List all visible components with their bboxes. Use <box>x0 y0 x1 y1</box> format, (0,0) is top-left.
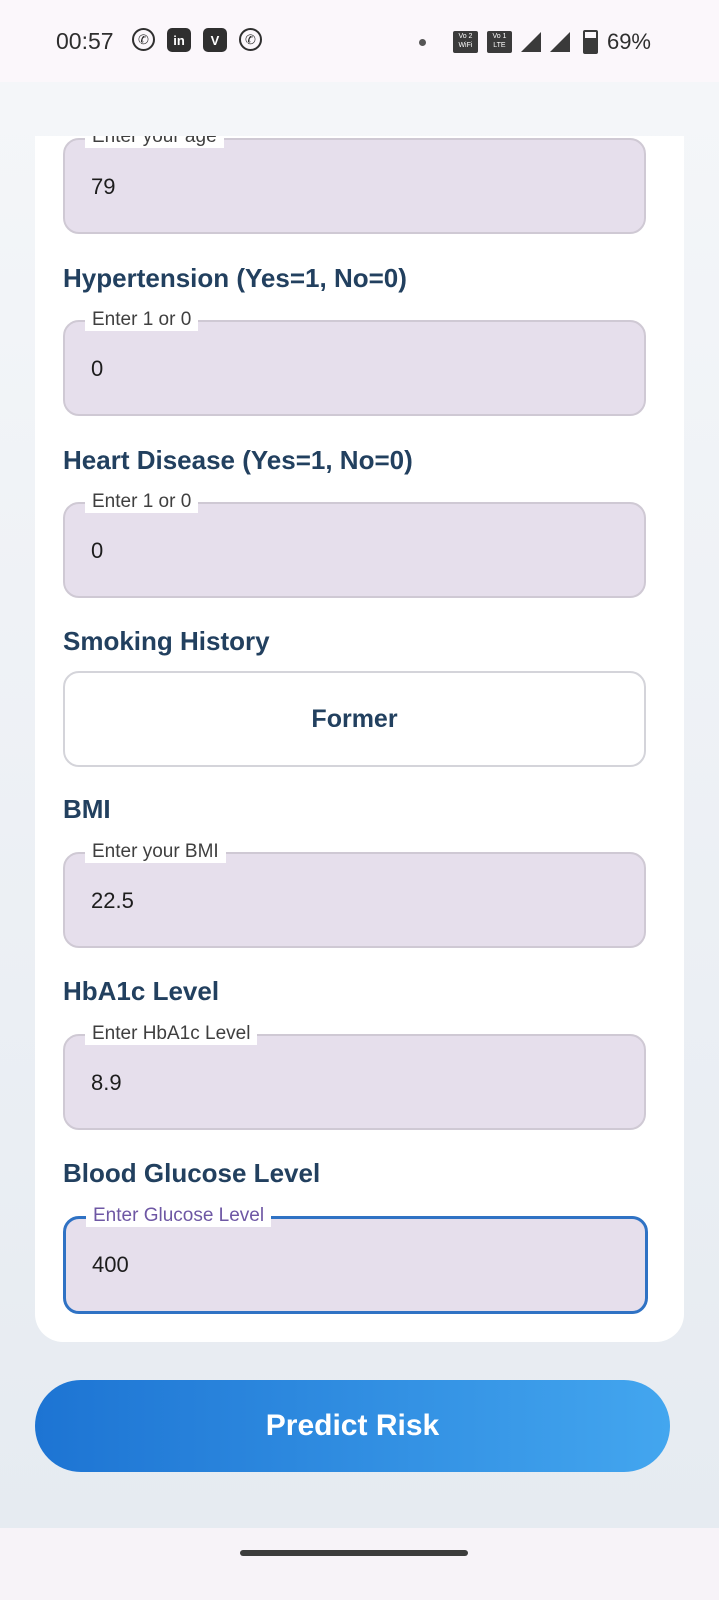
hba1c-label: HbA1c Level <box>63 976 220 1006</box>
volte-icon: Vo 1 LTE <box>486 31 512 53</box>
heart-disease-value: 0 <box>91 538 104 563</box>
hba1c-field-label: Enter HbA1c Level <box>85 1023 258 1045</box>
whatsapp-icon: ✆ <box>132 28 155 51</box>
smoking-history-selected: Former <box>311 704 398 733</box>
signal-icon-2 <box>549 32 570 52</box>
age-value: 79 <box>91 174 116 199</box>
bmi-field[interactable]: Enter your BMI 22.5 <box>63 841 646 948</box>
gesture-handle[interactable] <box>240 1550 468 1556</box>
hypertension-value: 0 <box>91 356 104 381</box>
hypertension-field[interactable]: Enter 1 or 0 0 <box>63 309 646 416</box>
hba1c-value: 8.9 <box>91 1070 122 1095</box>
form-card: Enter your age 79 Hypertension (Yes=1, N… <box>35 136 684 1342</box>
predict-risk-label: Predict Risk <box>265 1409 440 1442</box>
status-bar: 00:57 ✆ in V ✆ Vo 2 WiFi Vo 1 LTE 69% <box>0 0 719 82</box>
hypertension-field-label: Enter 1 or 0 <box>85 309 199 331</box>
linkedin-icon: in <box>167 28 191 52</box>
predict-risk-button[interactable]: Predict Risk <box>35 1380 670 1472</box>
prediction-screen[interactable]: Enter your age 79 Hypertension (Yes=1, N… <box>0 82 719 1528</box>
notification-dot-icon <box>418 38 426 46</box>
battery-percent: 69% <box>606 29 651 54</box>
heart-disease-field[interactable]: Enter 1 or 0 0 <box>63 491 646 598</box>
heart-disease-label: Heart Disease (Yes=1, No=0) <box>63 445 413 475</box>
navigation-bar <box>0 1528 719 1600</box>
glucose-value: 400 <box>92 1252 129 1277</box>
age-field-label: Enter your age <box>85 136 224 148</box>
smoking-history-label: Smoking History <box>63 626 270 656</box>
smoking-history-dropdown[interactable]: Former <box>63 671 646 767</box>
system-icons: Vo 2 WiFi Vo 1 LTE 69% <box>418 29 651 55</box>
hypertension-label: Hypertension (Yes=1, No=0) <box>63 263 407 293</box>
battery-icon <box>582 30 598 54</box>
status-time: 00:57 <box>56 28 114 54</box>
age-field[interactable]: Enter your age 79 <box>63 136 646 234</box>
signal-icon <box>520 32 541 52</box>
glucose-label: Blood Glucose Level <box>63 1158 321 1188</box>
heart-disease-field-label: Enter 1 or 0 <box>85 491 199 513</box>
vowifi-icon: Vo 2 WiFi <box>452 31 478 53</box>
bmi-value: 22.5 <box>91 888 134 913</box>
viber-icon: ✆ <box>239 28 262 51</box>
glucose-field[interactable]: Enter Glucose Level 400 <box>63 1205 648 1314</box>
hba1c-field[interactable]: Enter HbA1c Level 8.9 <box>63 1023 646 1130</box>
vimeo-icon: V <box>203 28 227 52</box>
notification-icons: ✆ in V ✆ <box>132 28 262 52</box>
glucose-field-label: Enter Glucose Level <box>86 1205 272 1227</box>
bmi-label: BMI <box>63 794 111 824</box>
bmi-field-label: Enter your BMI <box>85 841 226 863</box>
